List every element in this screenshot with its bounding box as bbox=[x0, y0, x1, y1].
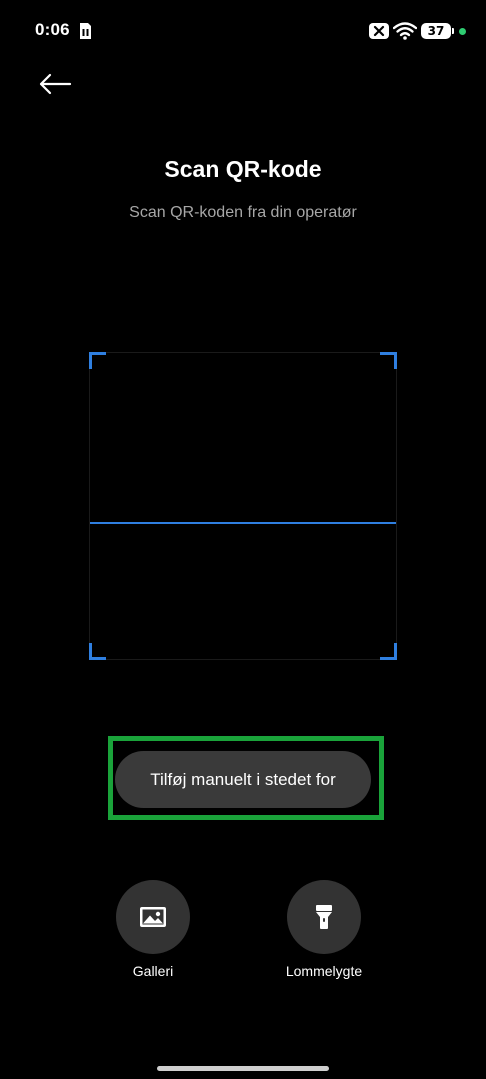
sim-card-icon bbox=[80, 23, 91, 39]
battery-icon: 37 bbox=[421, 23, 454, 39]
battery-level: 37 bbox=[427, 24, 445, 38]
arrow-left-icon bbox=[39, 73, 72, 95]
scan-frame-corner-bottom-right bbox=[380, 643, 397, 660]
scan-frame-corner-top-right bbox=[380, 352, 397, 369]
flashlight-icon bbox=[316, 905, 332, 929]
home-indicator[interactable] bbox=[157, 1066, 329, 1071]
page-title: Scan QR-kode bbox=[164, 156, 322, 182]
back-button[interactable] bbox=[30, 64, 80, 104]
scan-line bbox=[90, 522, 396, 524]
qr-scan-frame bbox=[89, 352, 397, 660]
flashlight-tool: Lommelygte bbox=[264, 880, 384, 979]
add-manually-button[interactable]: Tilføj manuelt i stedet for bbox=[115, 751, 371, 808]
status-bar: 0:06 37 bbox=[0, 0, 486, 62]
scan-frame-corner-top-left bbox=[89, 352, 106, 369]
privacy-indicator-dot bbox=[459, 27, 466, 35]
gallery-tool: Galleri bbox=[93, 880, 213, 979]
flashlight-button[interactable] bbox=[287, 880, 361, 954]
no-sim-icon bbox=[369, 23, 389, 39]
status-icons: 37 bbox=[369, 21, 466, 41]
gallery-button[interactable] bbox=[116, 880, 190, 954]
status-time: 0:06 bbox=[35, 20, 70, 39]
scan-frame-corner-bottom-left bbox=[89, 643, 106, 660]
page-subtitle: Scan QR-koden fra din operatør bbox=[129, 204, 357, 221]
wifi-icon bbox=[393, 22, 417, 40]
flashlight-label: Lommelygte bbox=[285, 963, 363, 979]
gallery-label: Galleri bbox=[132, 963, 174, 979]
image-icon bbox=[140, 907, 166, 927]
